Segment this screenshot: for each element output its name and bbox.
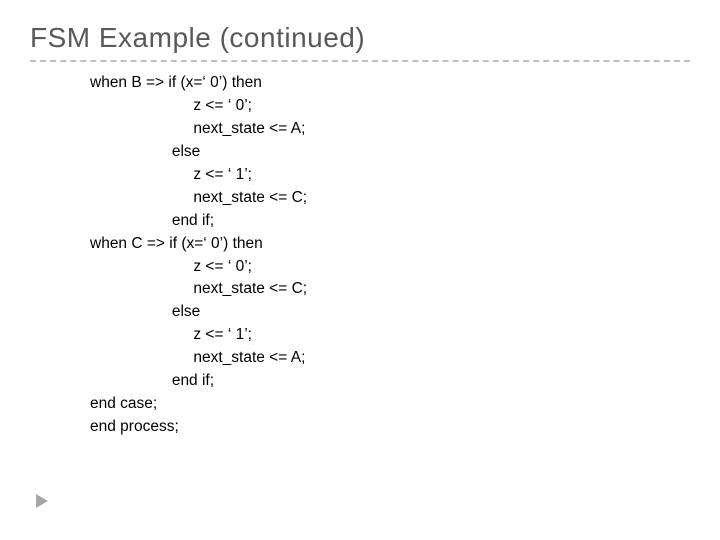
- code-line: z <= ‘ 0’;: [90, 97, 252, 114]
- code-line: next_state <= A;: [90, 349, 305, 366]
- code-line: when C => if (x=‘ 0’) then: [90, 235, 263, 252]
- triangle-bullet-icon: [36, 494, 50, 508]
- slide: FSM Example (continued) when B => if (x=…: [0, 0, 720, 540]
- code-line: next_state <= C;: [90, 189, 307, 206]
- code-line: end process;: [90, 418, 179, 435]
- code-line: next_state <= C;: [90, 280, 307, 297]
- slide-title: FSM Example (continued): [30, 22, 690, 54]
- code-line: when B => if (x=‘ 0’) then: [90, 74, 262, 91]
- code-line: z <= ‘ 0’;: [90, 258, 252, 275]
- code-line: else: [90, 143, 200, 160]
- code-line: z <= ‘ 1’;: [90, 166, 252, 183]
- code-line: end if;: [90, 212, 214, 229]
- code-line: z <= ‘ 1’;: [90, 326, 252, 343]
- code-line: else: [90, 303, 200, 320]
- code-line: end case;: [90, 395, 157, 412]
- code-line: next_state <= A;: [90, 120, 305, 137]
- code-block: when B => if (x=‘ 0’) then z <= ‘ 0’; ne…: [30, 72, 690, 439]
- title-divider: [30, 60, 690, 62]
- code-line: end if;: [90, 372, 214, 389]
